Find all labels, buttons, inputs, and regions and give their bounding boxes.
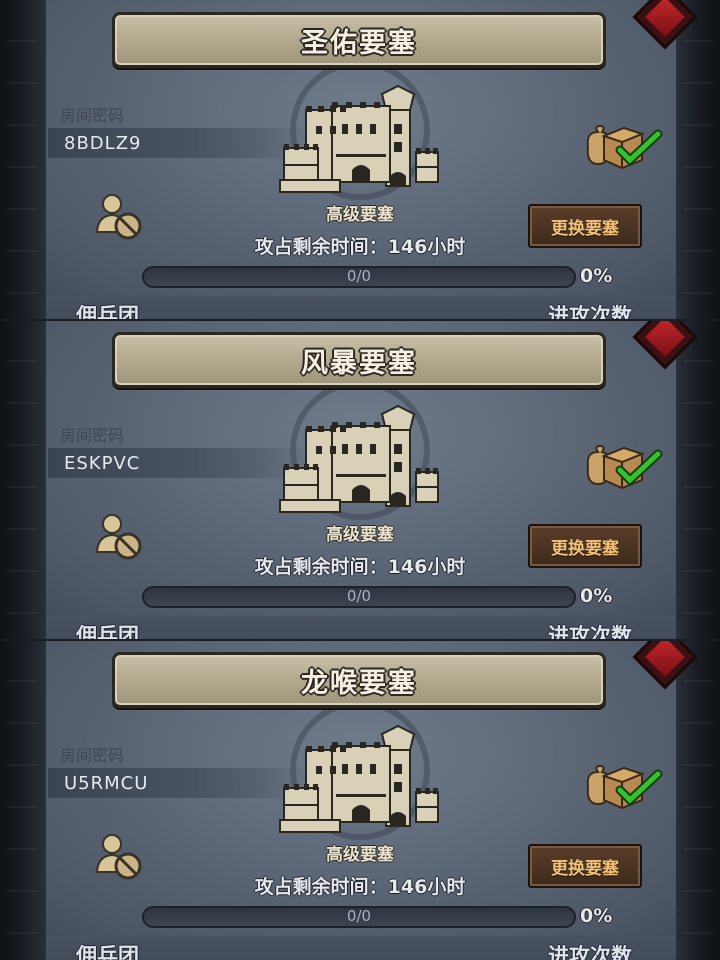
progress-percent: 0%: [580, 265, 613, 287]
capture-time-remaining: 攻占剩余时间：146小时: [254, 876, 466, 898]
capture-progress-bar: 0/0: [142, 906, 576, 928]
right-rail: [684, 0, 714, 320]
left-rail: [6, 640, 36, 960]
capture-time-remaining: 攻占剩余时间：146小时: [254, 236, 466, 258]
right-rail: [684, 640, 714, 960]
capture-time-remaining: 攻占剩余时间：146小时: [254, 556, 466, 578]
fortress-level-label: 高级要塞: [326, 525, 394, 545]
room-password-value[interactable]: U5RMCU: [64, 773, 148, 794]
left-rail: [6, 320, 36, 640]
fortress-title-bar: 龙喉要塞: [112, 652, 606, 708]
capture-progress-bar: 0/0: [142, 266, 576, 288]
progress-text: 0/0: [346, 587, 372, 605]
attack-count-label: 进攻次数: [548, 624, 632, 640]
attack-count-label: 进攻次数: [548, 304, 632, 320]
fortress-panel-1: 圣佑要塞 房间密码 8BDLZ9 高级要塞 更换要塞 攻占剩余时间：146小时 …: [0, 0, 720, 320]
fortress-title: 龙喉要塞: [301, 667, 417, 699]
fortress-title: 风暴要塞: [301, 347, 417, 379]
progress-percent: 0%: [580, 905, 613, 927]
fortress-panel-3: 龙喉要塞 房间密码 U5RMCU 高级要塞 更换要塞 攻占剩余时间：146小时 …: [0, 640, 720, 960]
reward-crate-icon[interactable]: [584, 122, 664, 170]
castle-icon: [279, 84, 439, 193]
fortress-title-bar: 风暴要塞: [112, 332, 606, 388]
fortress-title-bar: 圣佑要塞: [112, 12, 606, 68]
room-password-label: 房间密码: [60, 746, 125, 765]
no-user-icon[interactable]: [94, 832, 146, 882]
room-password-value[interactable]: ESKPVC: [64, 453, 140, 474]
left-rail: [6, 0, 36, 320]
castle-icon: [279, 724, 439, 833]
fortress-level-label: 高级要塞: [326, 205, 394, 225]
fortress-panel-2: 风暴要塞 房间密码 ESKPVC 高级要塞 更换要塞 攻占剩余时间：146小时 …: [0, 320, 720, 640]
progress-text: 0/0: [346, 907, 372, 925]
reward-crate-icon[interactable]: [584, 442, 664, 490]
room-password-label: 房间密码: [60, 106, 125, 125]
room-password-label: 房间密码: [60, 426, 125, 445]
progress-percent: 0%: [580, 585, 613, 607]
mercenary-label: 佣兵团: [76, 304, 139, 320]
mercenary-label: 佣兵团: [76, 944, 139, 960]
attack-count-label: 进攻次数: [548, 944, 632, 960]
no-user-icon[interactable]: [94, 192, 146, 242]
mercenary-label: 佣兵团: [76, 624, 139, 640]
panel-seam: [0, 319, 720, 321]
fortress-title: 圣佑要塞: [301, 27, 417, 59]
right-rail: [684, 320, 714, 640]
progress-text: 0/0: [346, 267, 372, 285]
reward-crate-icon[interactable]: [584, 762, 664, 810]
capture-progress-bar: 0/0: [142, 586, 576, 608]
no-user-icon[interactable]: [94, 512, 146, 562]
fortress-level-label: 高级要塞: [326, 845, 394, 865]
room-password-value[interactable]: 8BDLZ9: [64, 133, 141, 154]
castle-icon: [279, 404, 439, 513]
panel-seam: [0, 639, 720, 641]
